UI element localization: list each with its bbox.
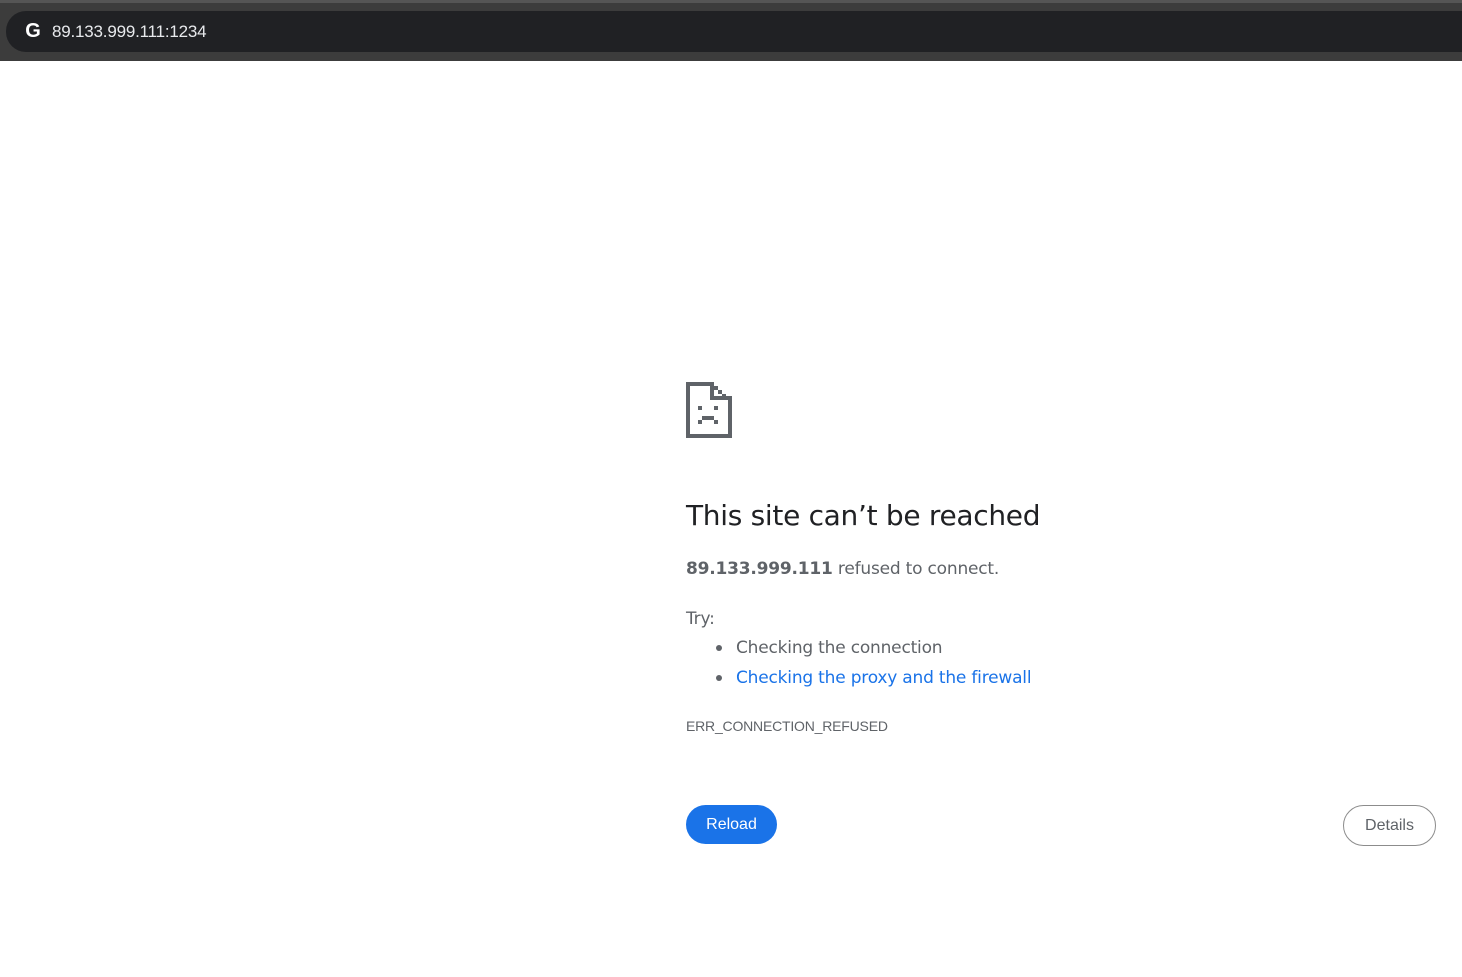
error-summary-suffix: refused to connect.	[832, 559, 1000, 579]
error-summary: 89.133.999.111 refused to connect.	[686, 557, 999, 581]
toolbar-top-edge	[0, 0, 1462, 3]
error-headline: This site can’t be reached	[686, 499, 1041, 532]
suggestion-check-connection: Checking the connection	[686, 636, 1031, 666]
suggestion-text: Checking the connection	[736, 638, 943, 658]
browser-toolbar: G 89.133.999.111:1234	[0, 0, 1462, 61]
suggestion-check-proxy-firewall: Checking the proxy and the firewall	[686, 666, 1032, 696]
sad-page-icon	[686, 382, 732, 438]
try-label: Try:	[686, 609, 715, 629]
error-host: 89.133.999.111	[686, 559, 833, 579]
suggestions-list: Checking the connection Checking the pro…	[686, 636, 1032, 696]
bullet-dot	[716, 675, 722, 681]
url-text[interactable]: 89.133.999.111:1234	[52, 21, 207, 43]
address-bar[interactable]: G 89.133.999.111:1234	[6, 11, 1462, 52]
reload-button[interactable]: Reload	[686, 805, 777, 844]
google-g-icon[interactable]: G	[21, 19, 45, 43]
bullet-dot	[716, 645, 722, 651]
error-code: ERR_CONNECTION_REFUSED	[686, 718, 888, 734]
proxy-firewall-link[interactable]: Checking the proxy and the firewall	[736, 668, 1032, 688]
details-button[interactable]: Details	[1343, 805, 1436, 846]
